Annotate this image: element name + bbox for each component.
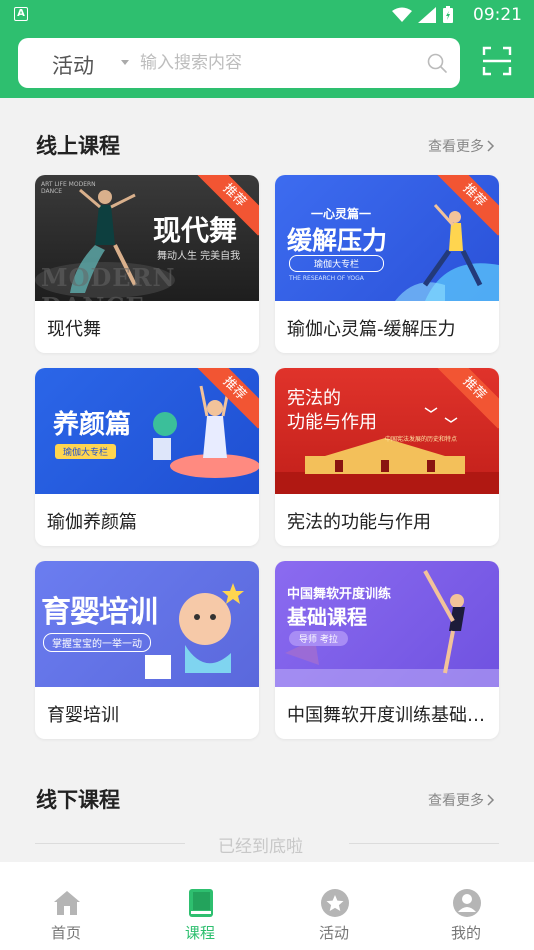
chevron-right-icon	[487, 794, 495, 806]
course-card[interactable]: 养颜篇 瑜伽大专栏 推荐 瑜伽养颜篇	[35, 368, 259, 546]
bottom-tab-bar: 首页 课程 活动 我的	[0, 862, 534, 950]
signal-icon	[418, 7, 436, 23]
thumb-title: 养颜篇	[53, 410, 132, 440]
thumb-title: 育婴培训	[41, 595, 158, 630]
tab-label: 课程	[184, 924, 215, 942]
offline-courses-title: 线下课程	[36, 788, 120, 812]
course-card[interactable]: ART LIFE MODERN DANCE 现代舞 舞动人生 完美自我 MODE…	[35, 175, 259, 353]
wifi-icon	[392, 7, 412, 22]
clock: 09:21	[473, 5, 522, 25]
course-card[interactable]: 宪法的 功能与作用 中国宪法发展的历史和特点 推荐 宪法的功能与作用	[275, 368, 499, 546]
thumb-subtitle: 舞动人生 完美自我	[157, 251, 241, 262]
thumb-title: 现代舞	[153, 214, 238, 247]
status-icons	[392, 6, 454, 24]
home-icon	[54, 891, 80, 915]
thumb-tag: 瑜伽大专栏	[55, 444, 117, 459]
thumb-title-line-2: 基础课程	[287, 605, 367, 629]
course-name: 瑜伽心灵篇-缓解压力	[287, 319, 456, 340]
thumb-title-line-2: 功能与作用	[287, 412, 377, 433]
search-icon[interactable]	[426, 52, 448, 74]
thumb-bg-text: MODERN DANCE	[41, 263, 176, 301]
online-courses-title: 线上课程	[36, 134, 120, 158]
thumb-tag: 瑜伽大专栏	[289, 255, 385, 272]
status-bar: A 09:21	[0, 0, 534, 30]
thumb-title-line-1: 中国舞软开度训练	[287, 587, 392, 602]
thumb-title-line-1: 宪法的	[287, 388, 341, 409]
tab-activities[interactable]: 活动	[284, 862, 384, 950]
battery-icon	[443, 6, 453, 23]
search-input[interactable]	[140, 48, 420, 78]
thumb-tag: 导师 考拉	[289, 631, 348, 646]
header: 活动	[0, 30, 534, 98]
star-icon	[321, 889, 349, 917]
course-card[interactable]: 一心灵篇一 缓解压力 瑜伽大专栏 THE RESEARCH OF YOGA 推荐…	[275, 175, 499, 353]
thumb-title: 缓解压力	[287, 226, 388, 255]
divider	[35, 843, 185, 844]
online-see-more-link[interactable]: 查看更多	[428, 136, 495, 156]
see-more-label: 查看更多	[428, 793, 484, 809]
see-more-label: 查看更多	[428, 139, 484, 155]
search-bar: 活动	[18, 38, 460, 88]
book-icon	[189, 889, 213, 917]
course-thumbnail: 中国舞软开度训练 基础课程 导师 考拉	[275, 561, 499, 687]
tab-profile[interactable]: 我的	[416, 862, 516, 950]
offline-see-more-link[interactable]: 查看更多	[428, 790, 495, 810]
course-name: 瑜伽养颜篇	[47, 512, 137, 533]
end-of-list-text: 已经到底啦	[218, 837, 303, 857]
tab-courses[interactable]: 课程	[150, 862, 250, 950]
thumb-corner-text: ART LIFE MODERN DANCE	[41, 181, 96, 195]
course-card[interactable]: 中国舞软开度训练 基础课程 导师 考拉 中国舞软开度训练基础课程	[275, 561, 499, 739]
chevron-right-icon	[487, 140, 495, 152]
caret-down-icon[interactable]	[121, 60, 129, 65]
thumb-kicker: 一心灵篇一	[311, 207, 372, 221]
tab-home[interactable]: 首页	[16, 862, 116, 950]
course-name: 现代舞	[47, 319, 101, 340]
course-card[interactable]: 育婴培训 掌握宝宝的一举一动 育婴培训	[35, 561, 259, 739]
course-name: 宪法的功能与作用	[287, 512, 431, 533]
course-name: 中国舞软开度训练基础课程	[287, 705, 492, 726]
course-name: 育婴培训	[47, 705, 119, 726]
course-thumbnail: 育婴培训 掌握宝宝的一举一动	[35, 561, 259, 687]
tab-label: 我的	[450, 924, 481, 942]
divider	[349, 843, 499, 844]
thumb-small: THE RESEARCH OF YOGA	[289, 275, 364, 282]
tab-label: 首页	[50, 924, 81, 942]
scan-icon[interactable]	[482, 46, 512, 76]
user-icon	[453, 889, 481, 917]
search-category-select[interactable]: 活动	[52, 50, 94, 80]
thumb-subtitle: 中国宪法发展的历史和特点	[385, 436, 458, 443]
tab-label: 活动	[318, 924, 349, 942]
notification-icon: A	[14, 7, 28, 21]
thumb-subtitle: 掌握宝宝的一举一动	[43, 633, 151, 652]
